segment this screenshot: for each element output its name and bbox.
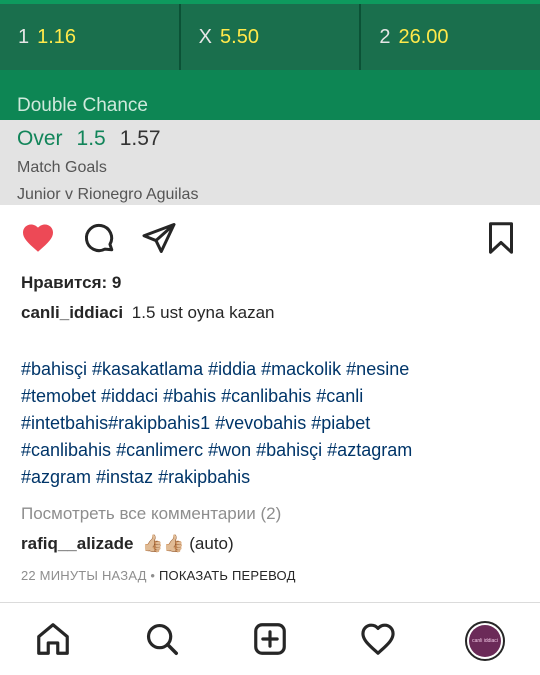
comment-button[interactable] — [79, 218, 119, 258]
activity-heart-icon — [361, 623, 395, 655]
heart-icon — [23, 224, 53, 252]
show-translation-link[interactable]: ПОКАЗАТЬ ПЕРЕВОД — [159, 568, 296, 583]
post-timestamp: 22 МИНУТЫ НАЗАД — [21, 568, 147, 583]
odds-price: 1.16 — [37, 25, 77, 48]
share-button[interactable] — [139, 218, 179, 258]
nav-search[interactable] — [142, 619, 182, 659]
search-icon — [146, 623, 178, 655]
hashtag-line[interactable]: #bahisçi #kasakatlama #iddia #mackolik #… — [21, 356, 526, 383]
home-icon — [37, 623, 69, 655]
view-all-comments-link[interactable]: Посмотреть все комментарии (2) — [21, 504, 281, 524]
post-image[interactable]: 1 1.16 X 5.50 2 26.00 Double Chance Over… — [0, 0, 540, 205]
bookmark-icon — [489, 222, 513, 254]
post-actions — [0, 212, 540, 262]
odds-home: 1 1.16 — [0, 4, 181, 70]
send-icon — [142, 223, 176, 253]
bet-selection: Over 1.5 1.57 — [17, 127, 161, 151]
bet-pick: Over — [17, 127, 63, 150]
bet-slip: Over 1.5 1.57 Match Goals Junior v Rione… — [0, 120, 540, 205]
add-post-icon — [254, 623, 286, 655]
comment-text: 👍🏼👍🏼 (auto) — [142, 534, 234, 553]
meta-separator: • — [146, 568, 159, 583]
hashtag-line[interactable]: #temobet #iddaci #bahis #canlibahis #can… — [21, 383, 526, 410]
market-strip: Double Chance — [0, 70, 540, 120]
nav-add-post[interactable] — [250, 619, 290, 659]
bet-odds: 1.57 — [119, 127, 161, 150]
hashtag-line[interactable]: #intetbahis#rakipbahis1 #vevobahis #piab… — [21, 410, 526, 437]
caption-username[interactable]: canli_iddiaci — [21, 303, 123, 322]
odds-bar: 1 1.16 X 5.50 2 26.00 — [0, 0, 540, 70]
likes-count[interactable]: Нравится: 9 — [21, 273, 121, 293]
odds-selection: 2 — [379, 25, 391, 48]
hashtag-line[interactable]: #azgram #instaz #rakipbahis — [21, 464, 526, 491]
odds-draw: X 5.50 — [180, 4, 362, 70]
avatar: canli iddiaci — [469, 625, 501, 657]
nav-activity[interactable] — [358, 619, 398, 659]
odds-price: 5.50 — [220, 25, 259, 48]
comment-username[interactable]: rafiq__alizade — [21, 534, 133, 553]
post-caption: canli_iddiaci 1.5 ust oyna kazan — [21, 303, 275, 323]
save-button[interactable] — [481, 218, 521, 258]
odds-away: 2 26.00 — [361, 4, 540, 70]
odds-price: 26.00 — [398, 25, 449, 48]
nav-profile-avatar[interactable]: canli iddiaci — [465, 621, 505, 661]
market-section-label: Double Chance — [17, 95, 148, 116]
post-meta: 22 МИНУТЫ НАЗАД • ПОКАЗАТЬ ПЕРЕВОД — [21, 568, 296, 583]
bet-line: 1.5 — [76, 127, 106, 150]
bottom-nav: canli iddiaci — [0, 602, 540, 675]
nav-home[interactable] — [33, 619, 73, 659]
like-button[interactable] — [18, 218, 58, 258]
comment-icon — [84, 223, 114, 253]
hashtags: #bahisçi #kasakatlama #iddia #mackolik #… — [21, 356, 526, 491]
odds-selection: 1 — [18, 25, 30, 48]
odds-selection: X — [198, 25, 213, 48]
bet-match: Junior v Rionegro Aguilas — [17, 186, 199, 203]
bet-market: Match Goals — [17, 159, 107, 176]
hashtag-line[interactable]: #canlibahis #canlimerc #won #bahisçi #az… — [21, 437, 526, 464]
caption-text: 1.5 ust oyna kazan — [131, 303, 275, 322]
comment-item: rafiq__alizade 👍🏼👍🏼 (auto) — [21, 534, 234, 554]
